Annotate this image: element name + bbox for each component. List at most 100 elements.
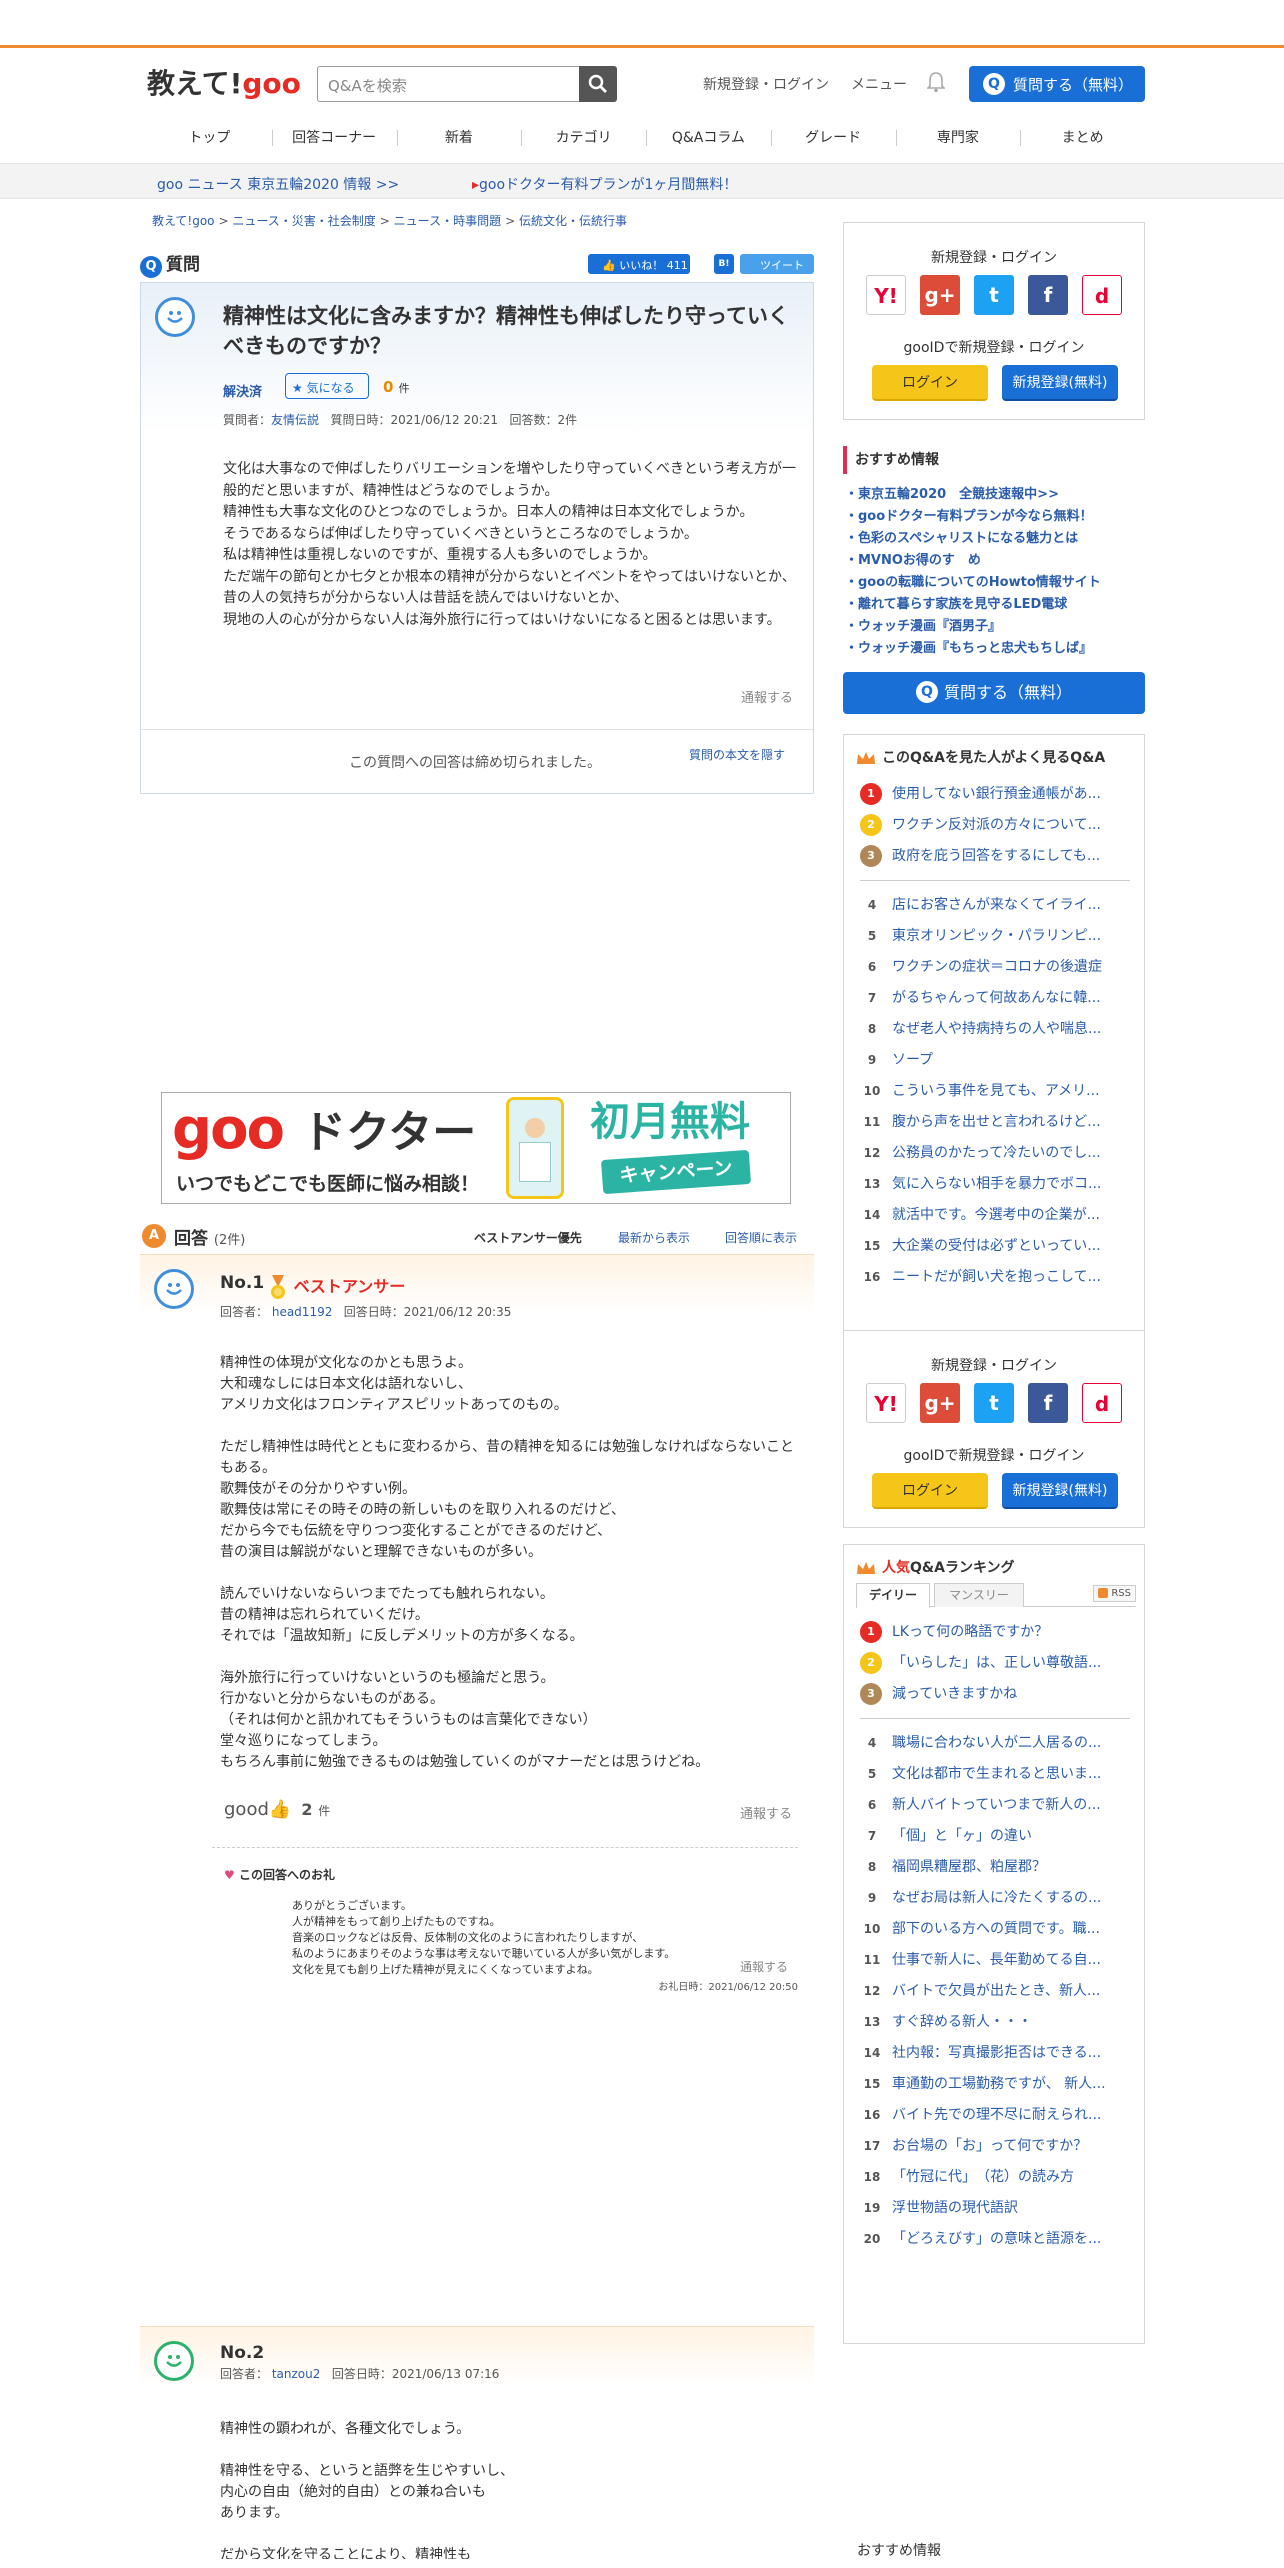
popular-qa-item[interactable]: 1 使用してない銀行預金通帳があ... [860,779,1140,810]
asker-link[interactable]: 友情伝説 [271,413,319,427]
good-button[interactable]: good👍 2 件 [224,1799,330,1820]
popular-qa-link[interactable]: 公務員のかたって冷たいのでし... [892,1145,1101,1161]
recommended-item[interactable]: ・gooドクター有料プランが今なら無料！ [845,506,1101,528]
nav-answer-corner[interactable]: 回答コーナー [271,118,397,158]
popular-qa-link[interactable]: がるちゃんって何故あんなに韓... [892,990,1101,1006]
search-input[interactable]: Q&Aを検索 [317,66,607,102]
popular-qa-link[interactable]: ソープ [892,1052,933,1068]
login-link[interactable]: 新規登録・ログイン [703,74,829,94]
popular-qa-item[interactable]: 13 気に入らない相手を暴力でボコ... [860,1169,1140,1200]
ranking-item[interactable]: 10 部下のいる方への質問です。職... [860,1914,1140,1945]
ranking-item[interactable]: 9 なぜお局は新人に冷たくするの... [860,1883,1140,1914]
ranking-item[interactable]: 16 バイト先での理不尽に耐えられ... [860,2100,1140,2131]
popular-qa-link[interactable]: 就活中です。今選考中の企業が... [892,1207,1100,1223]
facebook-login-icon[interactable]: f [1028,1383,1068,1423]
popular-qa-item[interactable]: 16 ニートだが飼い犬を抱っこして... [860,1262,1140,1293]
recommended-item[interactable]: ・東京五輪2020 全競技速報中>> [845,484,1101,506]
popular-qa-link[interactable]: こういう事件を見ても、アメリ... [892,1083,1100,1099]
recommended-item[interactable]: ・色彩のスペシャリストになる魅力とは [845,528,1101,550]
ranking-link[interactable]: 浮世物語の現代語訳 [892,2200,1018,2216]
popular-qa-link[interactable]: 政府を庇う回答をするにしても... [892,848,1100,864]
ask-question-button-sidebar[interactable]: Q 質問する（無料） [843,672,1145,714]
popular-qa-link[interactable]: ワクチン反対派の方々について... [892,817,1101,833]
recommended-item[interactable]: ・ウォッチ漫画『酒男子』 [845,616,1101,638]
docomo-login-icon[interactable]: d [1082,1383,1122,1423]
ranking-link[interactable]: 「竹冠に代」 （花）の読み方 [892,2169,1074,2185]
popular-qa-link[interactable]: 大企業の受付は必ずといってい... [892,1238,1101,1254]
ranking-link[interactable]: 「どろえびす」の意味と語源を... [892,2231,1101,2247]
asker-avatar[interactable] [155,297,195,337]
ranking-link[interactable]: 福岡県糟屋郡、粕屋郡？ [892,1859,1046,1875]
facebook-like-button[interactable]: 👍 いいね！ 411 [588,254,690,274]
ranking-link[interactable]: バイト先での理不尽に耐えられ... [892,2107,1101,2123]
ranking-link[interactable]: お台場の「お」って何ですか？ [892,2138,1087,2154]
popular-qa-item[interactable]: 15 大企業の受付は必ずといってい... [860,1231,1140,1262]
ranking-item[interactable]: 2 「いらした」は、正しい尊敬語... [860,1648,1140,1679]
nav-top[interactable]: トップ [147,118,272,158]
twitter-login-icon[interactable]: t [974,275,1014,315]
goo-doctor-banner[interactable]: goo ドクター いつでもどこでも医師に悩み相談！ 初月無料 キャンペーン [161,1092,791,1204]
tweet-button[interactable]: ツイート [740,254,814,274]
breadcrumb-home[interactable]: 教えて!goo [152,214,215,228]
ranking-item[interactable]: 6 新人バイトっていつまで新人の... [860,1790,1140,1821]
search-button[interactable] [579,66,617,102]
popular-qa-link[interactable]: 腹から声を出せと言われるけど... [892,1114,1101,1130]
popular-qa-item[interactable]: 8 なぜ老人や持病持ちの人や喘息... [860,1014,1140,1045]
popular-qa-link[interactable]: 東京オリンピック・パラリンピ... [892,928,1101,944]
popular-qa-item[interactable]: 11 腹から声を出せと言われるけど... [860,1107,1140,1138]
ranking-item[interactable]: 15 車通勤の工場勤務ですが、 新人... [860,2069,1140,2100]
recommended-item[interactable]: ・MVNOお得のす め [845,550,1101,572]
ranking-link[interactable]: 減っていきますかね [892,1686,1017,1702]
popular-qa-item[interactable]: 10 こういう事件を見ても、アメリ... [860,1076,1140,1107]
news-link-doctor[interactable]: ▸gooドクター有料プランが1ヶ月間無料！ [472,174,737,194]
report-question-link[interactable]: 通報する [741,687,793,706]
ranking-link[interactable]: すぐ辞める新人・・・ [892,2014,1032,2030]
ranking-link[interactable]: 「個」と「ヶ」の違い [892,1828,1032,1844]
popular-qa-link[interactable]: なぜ老人や持病持ちの人や喘息... [892,1021,1101,1037]
popular-qa-item[interactable]: 7 がるちゃんって何故あんなに韓... [860,983,1140,1014]
ranking-item[interactable]: 8 福岡県糟屋郡、粕屋郡？ [860,1852,1140,1883]
ranking-item[interactable]: 11 仕事で新人に、長年勤めてる自... [860,1945,1140,1976]
ranking-item[interactable]: 12 バイトで欠員が出たとき、新人... [860,1976,1140,2007]
ranking-item[interactable]: 5 文化は都市で生まれると思いま... [860,1759,1140,1790]
breadcrumb-news-current[interactable]: ニュース・時事問題 [394,214,501,228]
popular-qa-item[interactable]: 12 公務員のかたって冷たいのでし... [860,1138,1140,1169]
ranking-link[interactable]: 文化は都市で生まれると思いま... [892,1766,1101,1782]
google-login-icon[interactable]: g+ [920,1383,960,1423]
breadcrumb-news-society[interactable]: ニュース・災害・社会制度 [232,214,375,228]
sort-newest[interactable]: 最新から表示 [618,1229,690,1246]
tab-monthly[interactable]: マンスリー [934,1583,1024,1607]
ranking-item[interactable]: 18 「竹冠に代」 （花）の読み方 [860,2162,1140,2193]
nav-expert[interactable]: 専門家 [895,118,1021,158]
popular-qa-item[interactable]: 3 政府を庇う回答をするにしても... [860,841,1140,872]
ranking-item[interactable]: 19 浮世物語の現代語訳 [860,2193,1140,2224]
login-button[interactable]: ログイン [872,365,988,401]
answerer-link[interactable]: head1192 [272,1305,333,1319]
facebook-login-icon[interactable]: f [1028,275,1068,315]
recommended-item[interactable]: ・gooの転職についてのHowto情報サイト [845,572,1101,594]
signup-button[interactable]: 新規登録(無料) [1002,365,1118,401]
ranking-link[interactable]: 社内報：写真撮影拒否はできる... [892,2045,1101,2061]
ranking-item[interactable]: 3 減っていきますかね [860,1679,1140,1710]
hatena-bookmark-button[interactable]: B! [714,254,734,274]
ranking-link[interactable]: 職場に合わない人が二人居るの... [892,1735,1101,1751]
ranking-link[interactable]: 新人バイトっていつまで新人の... [892,1797,1101,1813]
nav-category[interactable]: カテゴリ [521,118,646,158]
popular-qa-item[interactable]: 2 ワクチン反対派の方々について... [860,810,1140,841]
ranking-link[interactable]: LKって何の略語ですか？ [892,1624,1048,1640]
twitter-login-icon[interactable]: t [974,1383,1014,1423]
kininaru-button[interactable]: ★ 気になる [285,373,369,399]
site-logo[interactable]: 教えて!goo [147,62,301,102]
menu-link[interactable]: メニュー [851,74,907,94]
ranking-link[interactable]: バイトで欠員が出たとき、新人... [892,1983,1100,1999]
hide-question-body-link[interactable]: 質問の本文を隠す [689,746,785,763]
nav-grade[interactable]: グレード [770,118,896,158]
ranking-item[interactable]: 17 お台場の「お」って何ですか？ [860,2131,1140,2162]
popular-qa-link[interactable]: ワクチンの症状＝コロナの後遺症 [892,959,1102,975]
ranking-link[interactable]: 「いらした」は、正しい尊敬語... [892,1655,1101,1671]
answerer-avatar[interactable] [154,1269,194,1309]
popular-qa-item[interactable]: 5 東京オリンピック・パラリンピ... [860,921,1140,952]
recommended-item[interactable]: ・ウォッチ漫画『もちっと忠犬もちしば』 [845,638,1101,660]
ranking-link[interactable]: 車通勤の工場勤務ですが、 新人... [892,2076,1106,2092]
report-thanks-link[interactable]: 通報する [740,1958,788,1975]
